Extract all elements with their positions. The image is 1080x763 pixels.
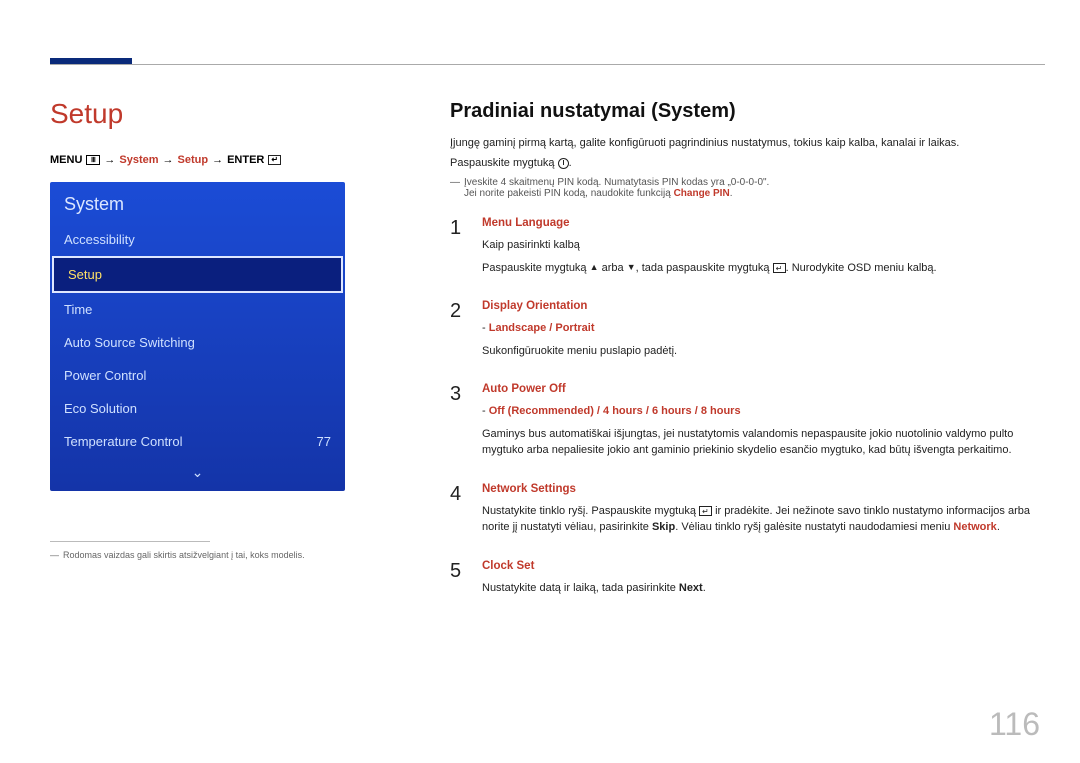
footnote: ― Rodomas vaizdas gali skirtis atsižvelg… (50, 550, 370, 560)
step-body: Clock Set Nustatykite datą ir laiką, tada… (482, 560, 1045, 603)
triangle-up-icon: ▲ (590, 262, 599, 272)
breadcrumb-arrow-3: → (212, 154, 223, 166)
menu-item-accessibility[interactable]: Accessibility (50, 223, 345, 256)
skip-label: Skip (652, 521, 675, 533)
step-title: Auto Power Off (482, 383, 1045, 395)
step-number: 1 (450, 217, 464, 282)
option: Off (Recommended) (489, 405, 594, 417)
pin-dash: ― (450, 177, 460, 199)
menu-item-label: Auto Source Switching (64, 335, 195, 350)
menu-item-setup[interactable]: Setup (52, 256, 343, 293)
step-number: 5 (450, 560, 464, 603)
menu-item-temperature-control[interactable]: Temperature Control 77 (50, 425, 345, 458)
menu-item-label: Eco Solution (64, 401, 137, 416)
menu-item-label: Setup (68, 267, 102, 282)
step-clock-line: Nustatykite datą ir laiką, tada pasirink… (482, 580, 1045, 597)
step-body: Network Settings Nustatykite tinklo ryšį.… (482, 483, 1045, 542)
footnote-dash: ― (50, 550, 59, 560)
step-options: - Landscape / Portrait (482, 320, 1045, 337)
step-number: 3 (450, 383, 464, 465)
system-menu-panel: System Accessibility Setup Time Auto Source… (50, 182, 345, 491)
step-options: - Off (Recommended) / 4 hours / 6 hours … (482, 403, 1045, 420)
pin-line: Įveskite 4 skaitmenų PIN kodą. Numatytas… (464, 177, 769, 188)
breadcrumb-menu: MENU (50, 154, 82, 166)
press-power-line: Paspauskite mygtuką . (450, 157, 1045, 169)
left-column: Setup MENU Ⅲ → System → Setup → ENTER Sy… (50, 98, 370, 560)
option: 8 hours (701, 405, 741, 417)
option: Landscape (489, 322, 546, 334)
step-body: Menu Language Kaip pasirinkti kalbą Paspau… (482, 217, 1045, 282)
breadcrumb-setup: Setup (178, 154, 209, 166)
step-text: Gaminys bus automatiškai išjungtas, jei … (482, 426, 1045, 459)
step-body: Display Orientation - Landscape / Portrai… (482, 300, 1045, 365)
page-title: Setup (50, 98, 370, 130)
menu-item-label: Temperature Control (64, 434, 183, 449)
step-4: 4 Network Settings Nustatykite tinklo ryšį… (450, 483, 1045, 542)
pin-change-line: Jei norite pakeisti PIN kodą, naudokite … (464, 188, 769, 199)
option: 6 hours (652, 405, 692, 417)
step-network-line: Nustatykite tinklo ryšį. Paspauskite myg… (482, 503, 1045, 536)
menu-item-value: 77 (317, 434, 331, 449)
next-label: Next (679, 582, 703, 594)
menu-item-eco-solution[interactable]: Eco Solution (50, 392, 345, 425)
step-text: Sukonfigūruokite meniu puslapio padėtį. (482, 343, 1045, 360)
breadcrumb-arrow-1: → (104, 154, 115, 166)
step-number: 2 (450, 300, 464, 365)
option: Portrait (555, 322, 594, 334)
enter-icon (773, 263, 786, 273)
right-column: Pradiniai nustatymai (System) Įjungę gam… (450, 100, 1045, 602)
menu-item-time[interactable]: Time (50, 293, 345, 326)
header-rule (50, 64, 1045, 65)
step-2: 2 Display Orientation - Landscape / Portra… (450, 300, 1045, 365)
menu-item-power-control[interactable]: Power Control (50, 359, 345, 392)
pin-note: ― Įveskite 4 skaitmenų PIN kodą. Numatyt… (450, 177, 1045, 199)
step-title: Clock Set (482, 560, 1045, 572)
step-press-line: Paspauskite mygtuką ▲ arba ▼, tada paspa… (482, 260, 1045, 277)
option: 4 hours (603, 405, 643, 417)
menu-item-auto-source-switching[interactable]: Auto Source Switching (50, 326, 345, 359)
footnote-text: Rodomas vaizdas gali skirtis atsižvelgia… (63, 550, 305, 560)
step-1: 1 Menu Language Kaip pasirinkti kalbą Paspa… (450, 217, 1045, 282)
network-label: Network (953, 521, 996, 533)
breadcrumb: MENU Ⅲ → System → Setup → ENTER (50, 154, 370, 166)
breadcrumb-system: System (119, 154, 158, 166)
menu-icon: Ⅲ (86, 155, 100, 165)
step-text: Kaip pasirinkti kalbą (482, 237, 1045, 254)
menu-item-label: Power Control (64, 368, 146, 383)
step-title: Network Settings (482, 483, 1045, 495)
intro-text: Įjungę gaminį pirmą kartą, galite konfig… (450, 137, 1045, 149)
triangle-down-icon: ▼ (627, 262, 636, 272)
breadcrumb-enter: ENTER (227, 154, 264, 166)
step-number: 4 (450, 483, 464, 542)
step-body: Auto Power Off - Off (Recommended) / 4 ho… (482, 383, 1045, 465)
power-icon (558, 158, 569, 169)
breadcrumb-arrow-2: → (163, 154, 174, 166)
chevron-down-icon[interactable]: ⌄ (50, 458, 345, 491)
enter-icon (268, 155, 281, 165)
footnote-rule (50, 541, 210, 542)
step-title: Menu Language (482, 217, 1045, 229)
menu-header: System (50, 182, 345, 223)
menu-item-label: Time (64, 302, 92, 317)
enter-icon (699, 506, 712, 516)
menu-item-label: Accessibility (64, 232, 135, 247)
page-number: 116 (989, 706, 1040, 743)
step-title: Display Orientation (482, 300, 1045, 312)
step-3: 3 Auto Power Off - Off (Recommended) / 4 h… (450, 383, 1045, 465)
step-5: 5 Clock Set Nustatykite datą ir laiką, tad… (450, 560, 1045, 603)
section-heading: Pradiniai nustatymai (System) (450, 100, 1045, 123)
